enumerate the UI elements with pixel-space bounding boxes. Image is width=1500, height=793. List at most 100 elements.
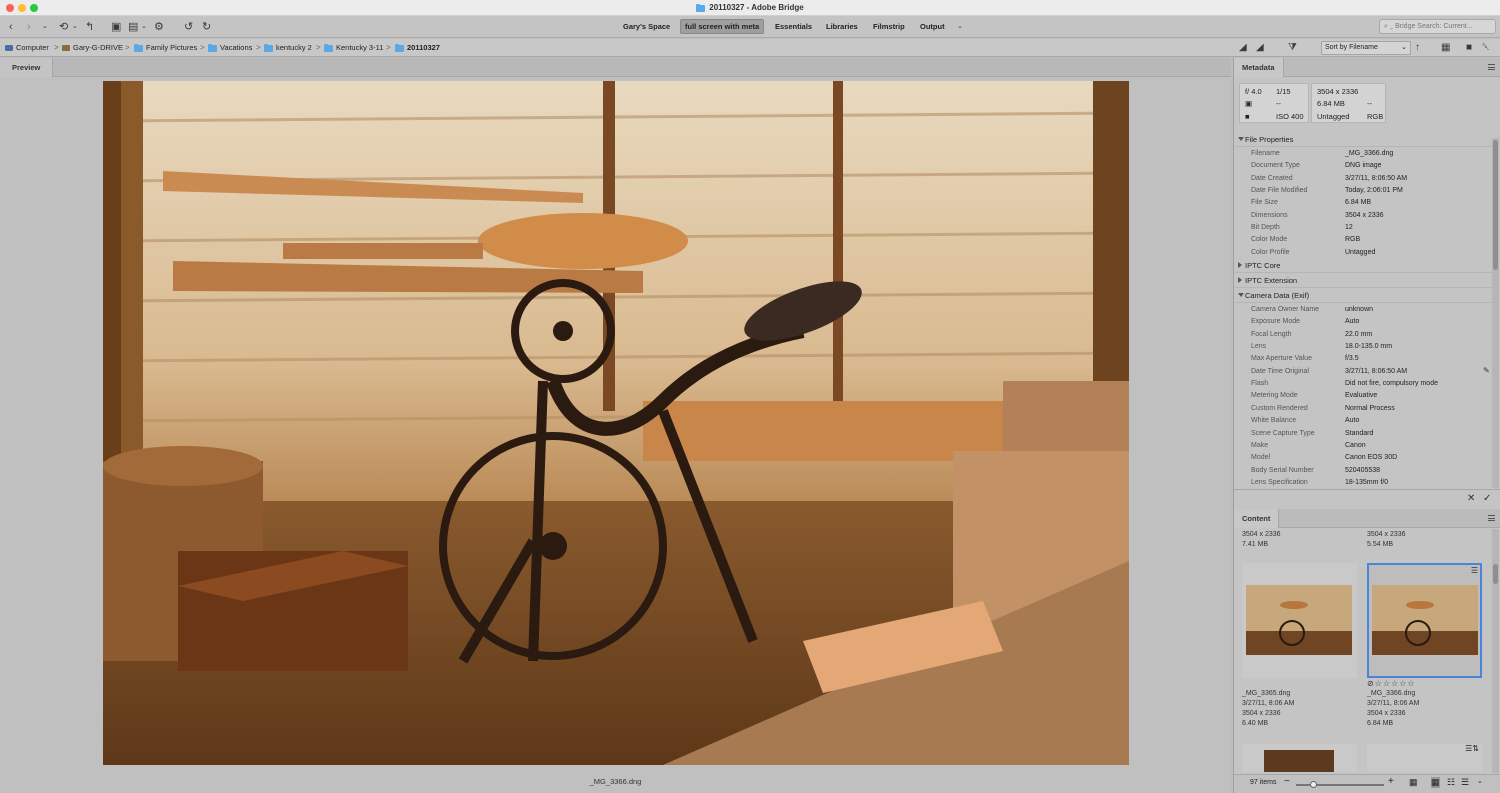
rating-stars[interactable]: ⊘☆☆☆☆☆	[1367, 679, 1419, 689]
breadcrumb-family-pictures[interactable]: Family Pictures	[134, 39, 197, 57]
metadata-value[interactable]: Canon EOS 30D	[1345, 452, 1397, 464]
recent-history-icon[interactable]: ⟲	[59, 20, 68, 34]
metadata-value[interactable]: 18-135mm f/0	[1345, 477, 1388, 489]
workspace-output[interactable]: Output	[916, 19, 949, 34]
metadata-value[interactable]: 520405538	[1345, 465, 1380, 477]
tab-preview[interactable]: Preview	[0, 58, 54, 77]
metadata-row: Camera Owner Name unknown	[1234, 304, 1492, 316]
metadata-value[interactable]: 3/27/11, 8:06:50 AM	[1345, 366, 1407, 378]
profile-value: Untagged	[1317, 112, 1350, 121]
breadcrumb-drive[interactable]: Gary-G-DRIVE	[62, 39, 123, 57]
metadata-value[interactable]: 3/27/11, 8:06:50 AM	[1345, 173, 1407, 185]
breadcrumb-current-folder[interactable]: 20110327	[395, 39, 440, 57]
open-in-camera-raw-icon[interactable]: ⚙	[154, 20, 164, 34]
search-field[interactable]: ⌕ ⌄ Bridge Search: Current...	[1379, 19, 1496, 34]
zoom-in-icon[interactable]: +	[1388, 776, 1394, 787]
metadata-value[interactable]: 18.0-135.0 mm	[1345, 341, 1392, 353]
metadata-value[interactable]: Normal Process	[1345, 403, 1395, 415]
chevron-down-icon[interactable]: ⌄	[141, 20, 147, 34]
metadata-value[interactable]: Canon	[1345, 440, 1366, 452]
breadcrumb-kentucky-3-11[interactable]: Kentucky 3-11	[324, 39, 383, 57]
new-folder-icon[interactable]: ■	[1466, 41, 1472, 55]
back-icon[interactable]: ‹	[9, 20, 13, 34]
zoom-out-icon[interactable]: −	[1284, 776, 1290, 787]
boomerang-icon[interactable]: ↰	[85, 20, 94, 34]
view-thumbnails-icon[interactable]: ▦	[1431, 777, 1440, 788]
thumbnail-info: ⊘☆☆☆☆☆ _MG_3366.dng 3/27/11, 8:06 AM 350…	[1367, 679, 1420, 727]
rotate-right-icon[interactable]: ↻	[202, 20, 211, 34]
quality-options-icon[interactable]: ◢	[1239, 41, 1247, 55]
metadata-value[interactable]: 12	[1345, 222, 1353, 234]
metadata-value[interactable]: Untagged	[1345, 247, 1375, 259]
view-details-icon[interactable]: ☷	[1447, 777, 1455, 788]
zoom-window-button[interactable]	[30, 4, 38, 12]
camera-download-icon[interactable]: ▣	[111, 20, 121, 34]
metadata-key: Make	[1251, 441, 1269, 449]
section-file-properties[interactable]: File Properties	[1234, 133, 1492, 147]
file-size-value: 6.84 MB	[1317, 99, 1345, 108]
cancel-icon[interactable]: ✕	[1467, 493, 1475, 504]
scrollbar-thumb[interactable]	[1493, 564, 1498, 584]
metadata-value[interactable]: 22.0 mm	[1345, 329, 1372, 341]
open-recent-icon[interactable]: ▦	[1441, 41, 1450, 55]
sort-dropdown[interactable]: Sort by Filename ⌄	[1321, 41, 1411, 55]
thumbnail-image	[1372, 585, 1478, 655]
workspace-filmstrip[interactable]: Filmstrip	[869, 19, 909, 34]
thumbnail-item[interactable]: ☰⇅	[1367, 744, 1482, 772]
breadcrumb-kentucky-2[interactable]: kentucky 2	[264, 39, 312, 57]
metadata-value[interactable]: DNG image	[1345, 160, 1382, 172]
metadata-value[interactable]: Auto	[1345, 415, 1359, 427]
content-scrollbar[interactable]	[1492, 529, 1499, 773]
chevron-down-icon[interactable]: ⌄	[42, 20, 48, 34]
tab-content[interactable]: Content	[1234, 509, 1280, 528]
filter-icon[interactable]: ⧩	[1288, 41, 1297, 55]
breadcrumb-computer[interactable]: Computer	[5, 39, 49, 57]
metadata-value[interactable]: 3504 x 2336	[1345, 210, 1384, 222]
section-camera-data[interactable]: Camera Data (Exif)	[1234, 289, 1492, 303]
thumbnail-item[interactable]	[1242, 563, 1357, 678]
metadata-value[interactable]: Today, 2:06:01 PM	[1345, 185, 1403, 197]
metadata-value[interactable]: Did not fire, compulsory mode	[1345, 378, 1438, 390]
metadata-value[interactable]: _MG_3366.dng	[1345, 148, 1393, 160]
metadata-value[interactable]: Evaluative	[1345, 390, 1377, 402]
chevron-down-icon[interactable]: ⌄	[72, 20, 78, 34]
trash-icon[interactable]: ␡	[1482, 41, 1490, 55]
breadcrumb-vacations[interactable]: Vacations	[208, 39, 252, 57]
sort-ascending-icon[interactable]: ↑	[1415, 41, 1420, 55]
thumbnail-item-selected[interactable]: ☰	[1367, 563, 1482, 678]
folder-icon	[134, 43, 143, 52]
metadata-scrollbar[interactable]	[1492, 138, 1499, 488]
section-iptc-core[interactable]: IPTC Core	[1234, 259, 1492, 273]
view-list-icon[interactable]: ☰	[1461, 777, 1469, 788]
panel-menu-icon[interactable]	[1488, 515, 1495, 521]
view-options-chevron-icon[interactable]: ⌄	[1477, 777, 1483, 785]
panel-menu-icon[interactable]	[1488, 64, 1495, 70]
section-iptc-extension[interactable]: IPTC Extension	[1234, 274, 1492, 288]
rotate-left-icon[interactable]: ↺	[184, 20, 193, 34]
metadata-value[interactable]: Standard	[1345, 428, 1373, 440]
thumbnail-size-slider[interactable]	[1296, 781, 1384, 788]
scrollbar-thumb[interactable]	[1493, 140, 1498, 270]
edit-pencil-icon[interactable]: ✎	[1483, 366, 1490, 375]
forward-icon[interactable]: ›	[27, 20, 31, 34]
rating-filter-icon[interactable]: ◢	[1256, 41, 1264, 55]
lock-grid-icon[interactable]: ▦	[1409, 777, 1418, 788]
slider-handle[interactable]	[1310, 781, 1317, 788]
refine-icon[interactable]: ▤	[128, 20, 138, 34]
metadata-value[interactable]: 6.84 MB	[1345, 197, 1371, 209]
minimize-window-button[interactable]	[18, 4, 26, 12]
preview-image[interactable]	[103, 81, 1129, 765]
workspace-garys-space[interactable]: Gary's Space	[619, 19, 674, 34]
tab-metadata[interactable]: Metadata	[1234, 58, 1284, 77]
close-window-button[interactable]	[6, 4, 14, 12]
workspace-essentials[interactable]: Essentials	[771, 19, 816, 34]
metadata-value[interactable]: f/3.5	[1345, 353, 1359, 365]
workspace-full-screen-with-meta[interactable]: full screen with meta	[680, 19, 765, 34]
workspace-libraries[interactable]: Libraries	[822, 19, 862, 34]
thumbnail-item[interactable]	[1242, 744, 1357, 772]
apply-check-icon[interactable]: ✓	[1483, 493, 1491, 504]
metadata-value[interactable]: unknown	[1345, 304, 1373, 316]
workspace-more-chevron-icon[interactable]: ⌄	[957, 20, 963, 34]
metadata-value[interactable]: RGB	[1345, 234, 1360, 246]
metadata-value[interactable]: Auto	[1345, 316, 1359, 328]
